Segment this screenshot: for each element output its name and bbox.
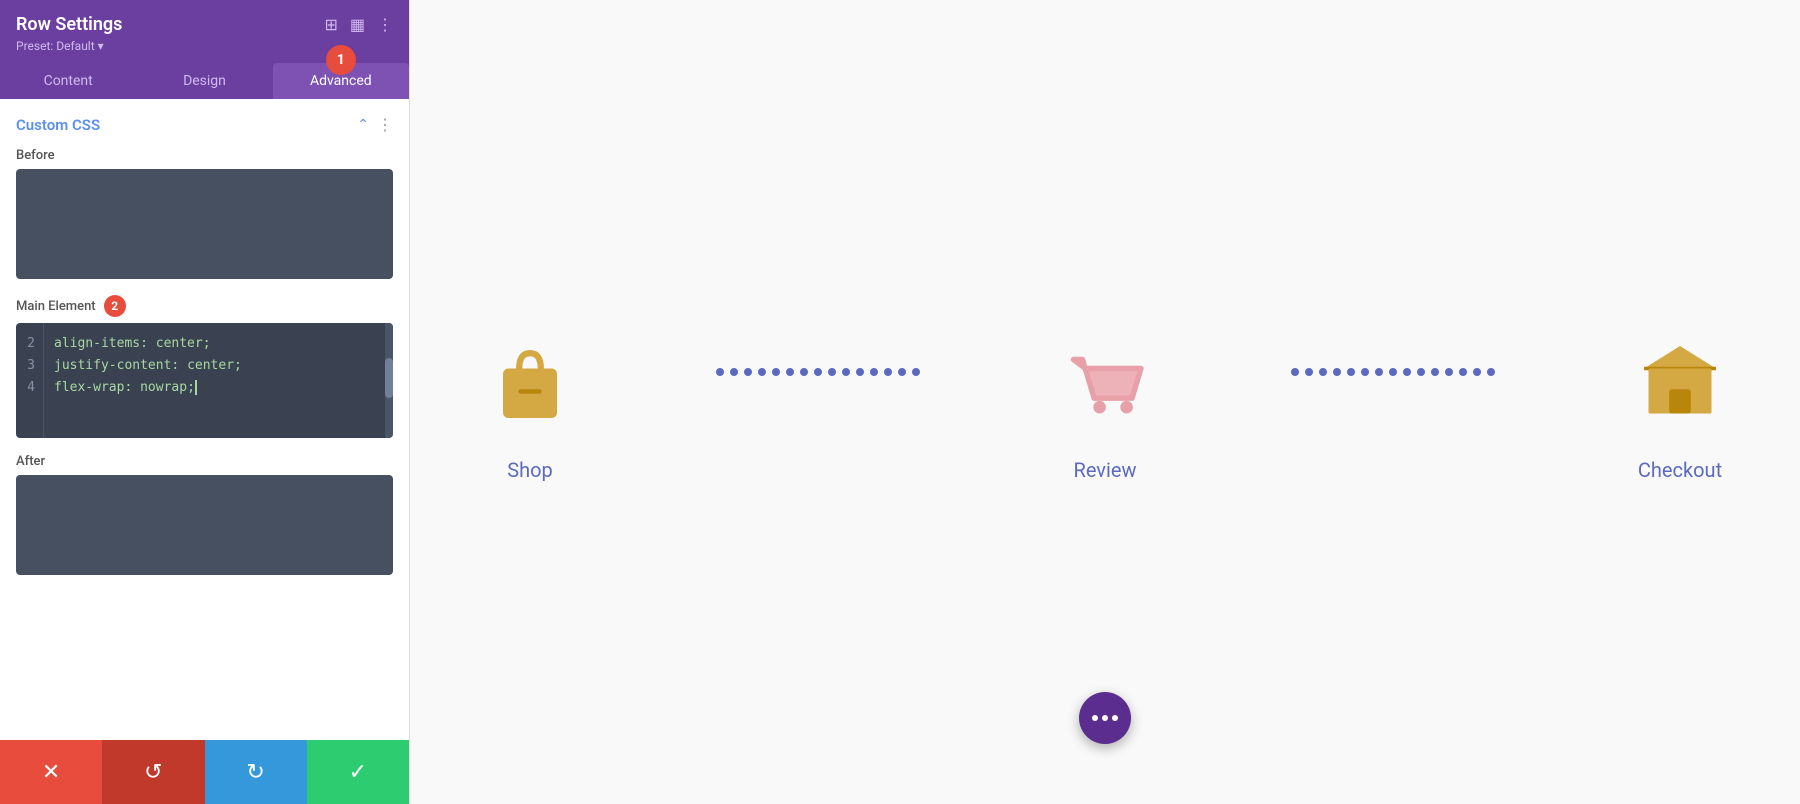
store-icon	[1620, 322, 1740, 442]
panel-tabs: Content Design 1 Advanced	[0, 63, 409, 99]
redo-icon: ↻	[246, 760, 264, 785]
fab-button[interactable]	[1079, 692, 1131, 744]
section-options[interactable]: ⋮	[377, 115, 393, 134]
canvas-content: Shop	[410, 322, 1800, 482]
tab-content[interactable]: Content	[0, 63, 136, 99]
custom-css-header: Custom CSS ⌃ ⋮	[16, 115, 393, 134]
columns-icon[interactable]: ▦	[350, 15, 365, 34]
panel-body: Custom CSS ⌃ ⋮ Before Main Element 2 2 3…	[0, 99, 409, 740]
cancel-button[interactable]: ✕	[0, 740, 102, 804]
header-icons: ⊞ ▦ ⋮	[324, 15, 393, 34]
code-content[interactable]: align-items: center; justify-content: ce…	[44, 323, 393, 438]
fab-dots-icon	[1092, 715, 1118, 721]
step-checkout: Checkout	[1620, 322, 1740, 482]
section-controls: ⌃ ⋮	[357, 115, 393, 134]
before-css-input[interactable]	[16, 169, 393, 279]
undo-icon: ↺	[144, 760, 162, 785]
main-element-text: Main Element	[16, 299, 96, 314]
custom-css-title: Custom CSS	[16, 116, 100, 134]
badge-1: 1	[326, 45, 356, 75]
review-label: Review	[1074, 458, 1137, 482]
dots-line-1	[716, 368, 920, 376]
collapse-arrow[interactable]: ⌃	[357, 117, 369, 133]
tab-advanced[interactable]: 1 Advanced	[273, 63, 409, 99]
canvas-area: Shop	[410, 0, 1800, 804]
shop-icon	[470, 322, 590, 442]
dots-line-2	[1291, 368, 1495, 376]
cancel-icon: ✕	[42, 760, 60, 785]
code-scrollbar[interactable]	[385, 323, 393, 438]
main-element-code-editor[interactable]: 2 3 4 align-items: center; justify-conte…	[16, 323, 393, 438]
expand-icon[interactable]: ⊞	[324, 15, 337, 34]
code-line-numbers: 2 3 4	[16, 323, 44, 438]
step-review: Review	[1045, 322, 1165, 482]
left-panel: Row Settings ⊞ ▦ ⋮ Preset: Default ▾ Con…	[0, 0, 410, 804]
checkout-label: Checkout	[1638, 458, 1722, 482]
more-icon[interactable]: ⋮	[377, 15, 393, 34]
panel-title: Row Settings	[16, 14, 122, 35]
tab-design[interactable]: Design	[136, 63, 272, 99]
undo-button[interactable]: ↺	[102, 740, 204, 804]
after-css-input[interactable]	[16, 475, 393, 575]
confirm-button[interactable]: ✓	[307, 740, 409, 804]
connector-1	[590, 368, 1045, 436]
confirm-icon: ✓	[349, 760, 367, 785]
before-label: Before	[16, 148, 393, 163]
cart-icon	[1045, 322, 1165, 442]
panel-bottom-bar: ✕ ↺ ↻ ✓	[0, 740, 409, 804]
main-element-label-wrap: Main Element 2	[16, 295, 393, 317]
step-shop: Shop	[470, 322, 590, 482]
code-scrollbar-thumb[interactable]	[385, 358, 393, 398]
redo-button[interactable]: ↻	[205, 740, 307, 804]
shop-label: Shop	[507, 458, 553, 482]
connector-2	[1165, 368, 1620, 436]
after-label: After	[16, 454, 393, 469]
badge-2: 2	[104, 295, 126, 317]
